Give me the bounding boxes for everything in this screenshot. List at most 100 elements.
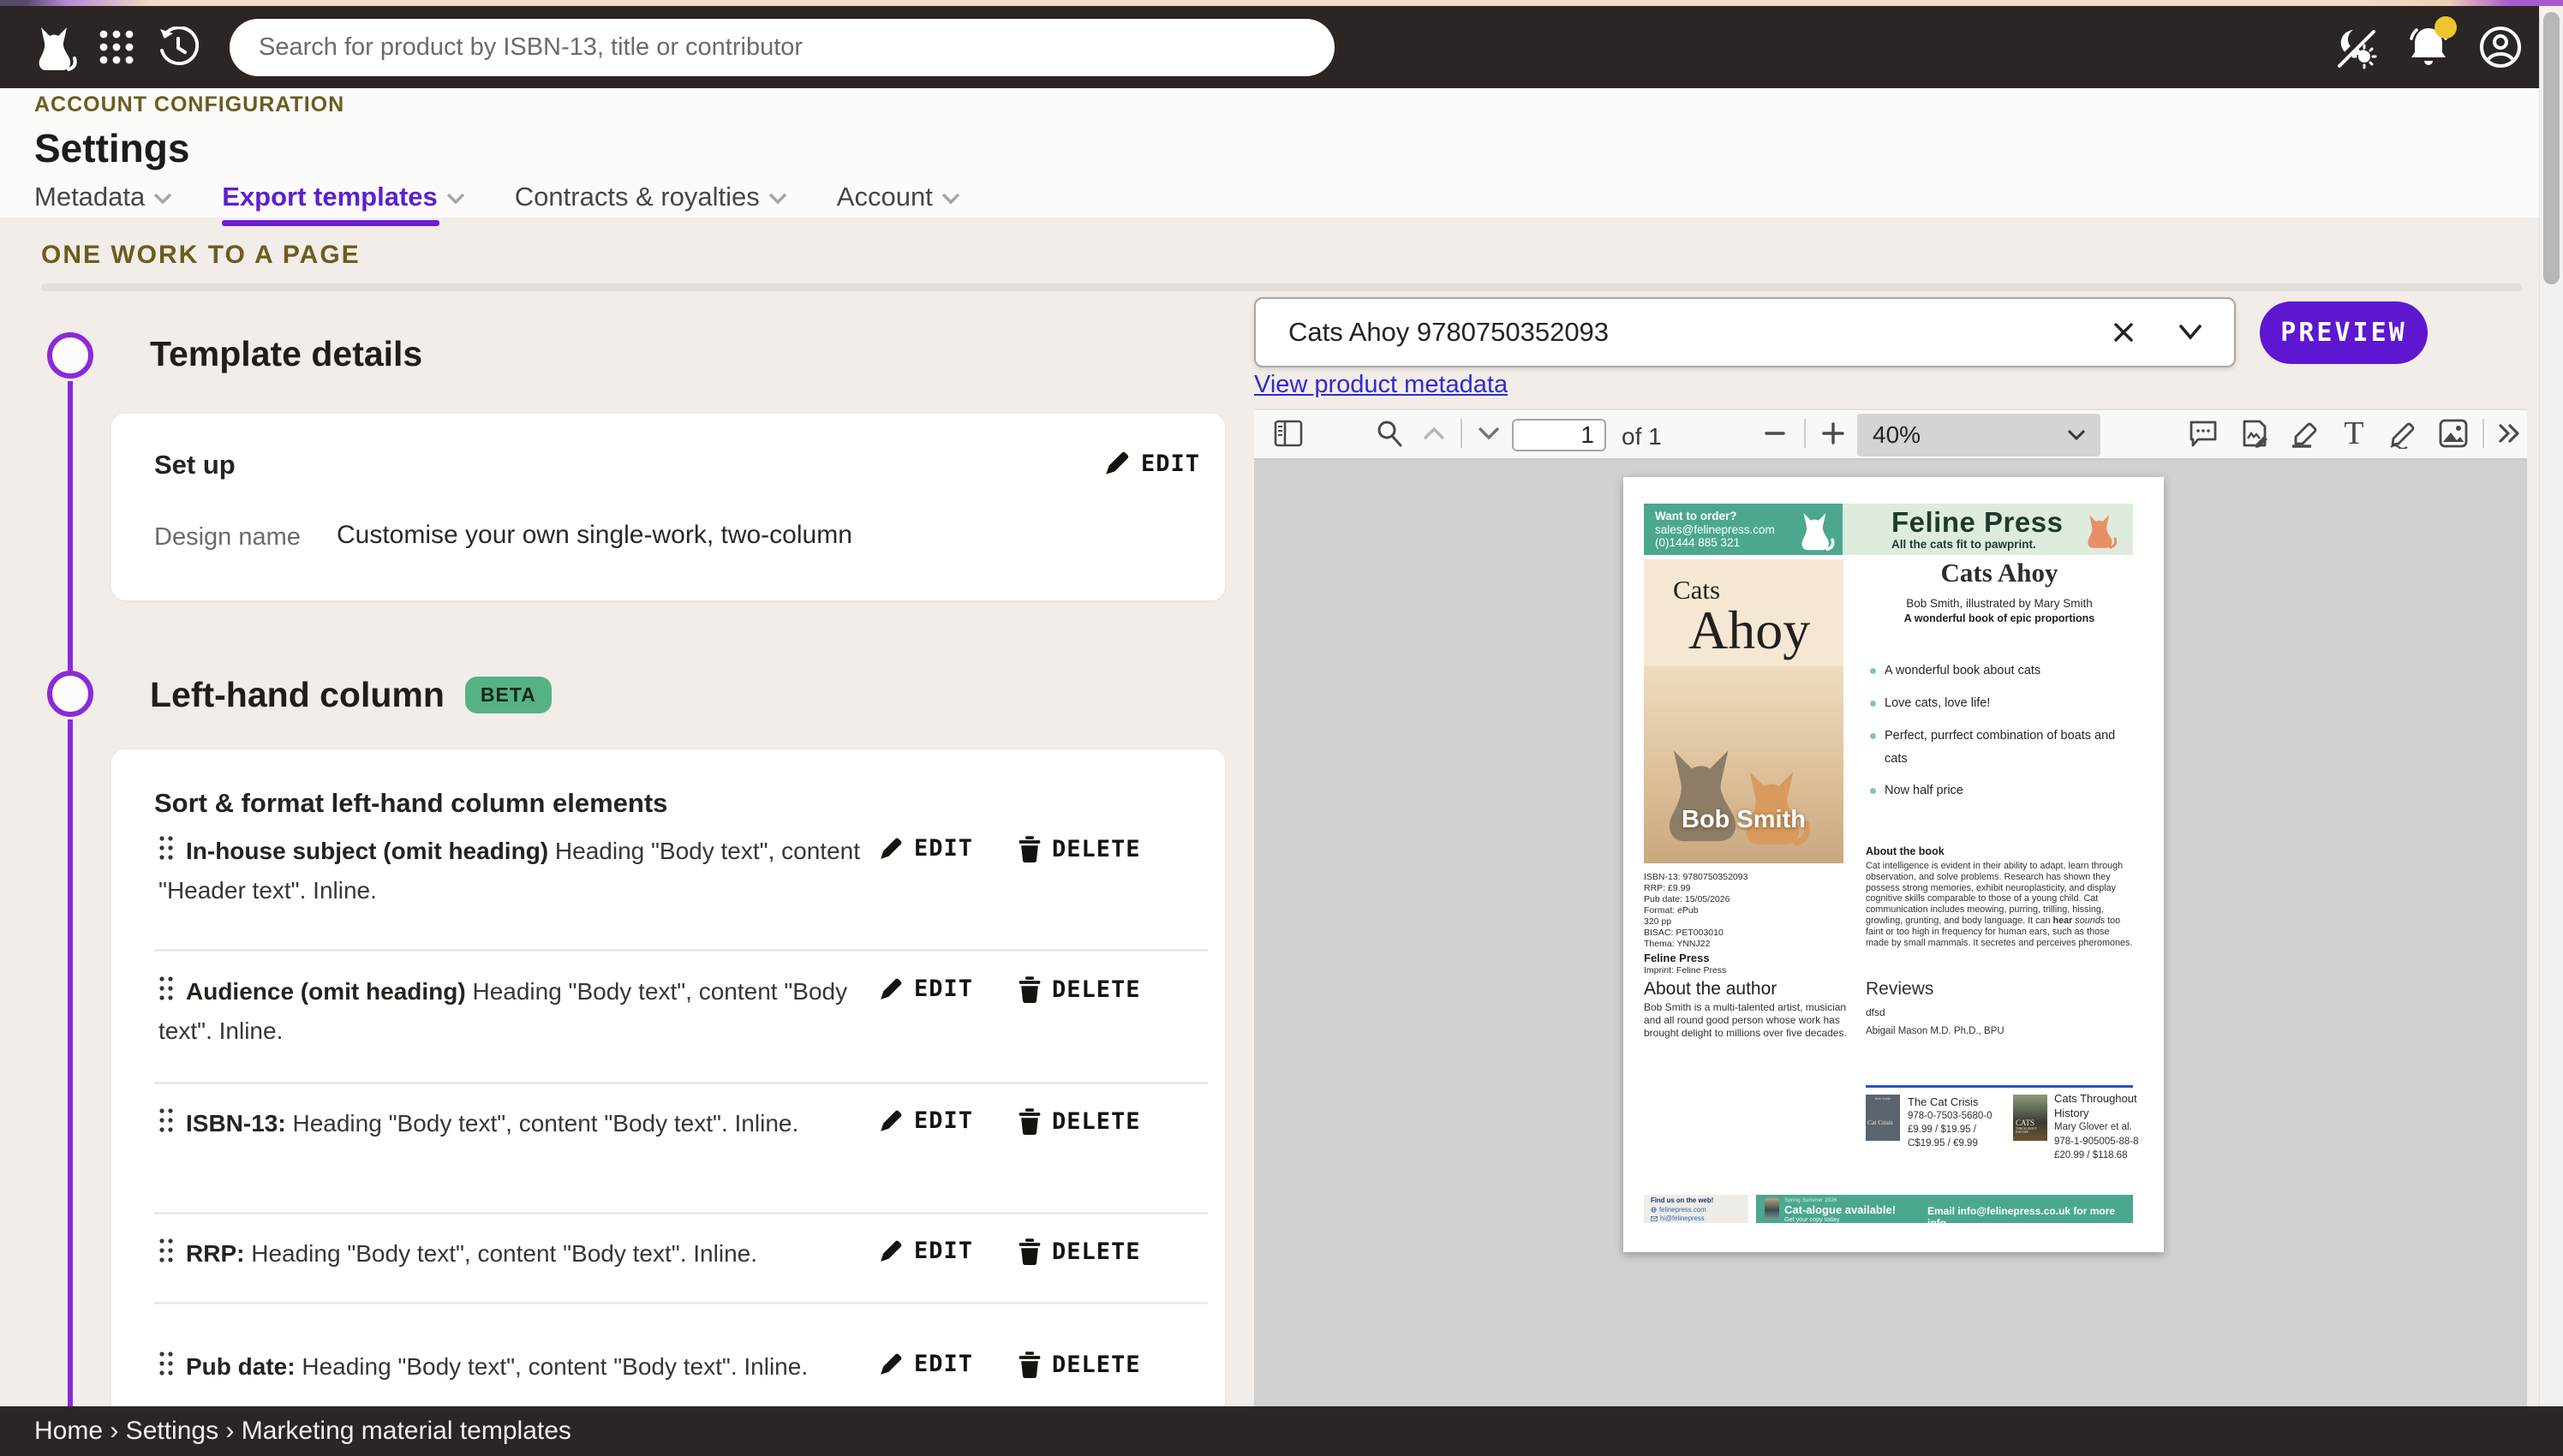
- preview-button[interactable]: PREVIEW: [2260, 301, 2428, 364]
- trash-icon: [1018, 1351, 1042, 1378]
- delete-button[interactable]: DELETE: [1018, 1238, 1141, 1265]
- about-author-text: Bob Smith is a multi-talented artist, mu…: [1644, 1001, 1848, 1039]
- list-item: Pub date: Heading "Body text", content "…: [158, 1347, 869, 1387]
- row-divider: [154, 1082, 1208, 1084]
- drag-handle-icon[interactable]: [158, 1107, 174, 1133]
- page-count-label: of 1: [1622, 423, 1662, 451]
- highlighter-icon[interactable]: [2284, 409, 2325, 458]
- trash-icon: [1018, 835, 1042, 862]
- bottom-status-bar: Home › Settings › Marketing material tem…: [0, 1406, 2563, 1456]
- drag-handle-icon[interactable]: [158, 976, 174, 1001]
- delete-button[interactable]: DELETE: [1018, 1351, 1141, 1378]
- meta-rrp: RRP: £9.99: [1644, 883, 1690, 893]
- zoom-out-icon[interactable]: [1754, 409, 1795, 458]
- pencil-icon: [878, 1108, 904, 1134]
- history-icon[interactable]: [154, 6, 202, 88]
- related-prices: £20.99 / $118.68: [2054, 1150, 2127, 1161]
- setup-edit-button[interactable]: EDIT: [1103, 450, 1200, 477]
- edit-button[interactable]: EDIT: [878, 1238, 973, 1264]
- drag-handle-icon[interactable]: [158, 1351, 174, 1376]
- selling-point: Now half price: [1885, 779, 2135, 803]
- meta-imprint: Imprint: Feline Press: [1644, 965, 1726, 976]
- previous-page-icon[interactable]: [1415, 409, 1453, 458]
- drag-handle-icon[interactable]: [158, 1238, 174, 1263]
- meta-format: Format: ePub: [1644, 905, 1699, 916]
- about-book-text: Cat intelligence is evident in their abi…: [1866, 861, 2135, 948]
- meta-isbn: ISBN-13: 9780750352093: [1644, 872, 1748, 882]
- related-cover: Bob Smith Cat Crisis: [1866, 1095, 1900, 1141]
- design-name-label: Design name: [154, 523, 301, 552]
- left-hand-column-heading: Left-hand column: [150, 675, 445, 715]
- drag-handle-icon[interactable]: [158, 835, 174, 861]
- toolbar-separator: [1461, 419, 1462, 448]
- tab-export-templates[interactable]: Export templates: [222, 182, 465, 218]
- related-isbn: 978-1-905005-88-8: [2054, 1137, 2138, 1147]
- template-details-card: Set up EDIT Design name Customise your o…: [111, 414, 1225, 600]
- cover-title-line2: Ahoy: [1688, 599, 1810, 662]
- edit-button[interactable]: EDIT: [878, 976, 973, 1002]
- account-icon[interactable]: [2474, 6, 2527, 88]
- about-author-heading: About the author: [1644, 979, 1777, 1000]
- tab-contracts-royalties[interactable]: Contracts & royalties: [515, 182, 787, 218]
- chevron-down-icon[interactable]: [2178, 324, 2203, 341]
- scrollbar-thumb[interactable]: [2543, 12, 2560, 284]
- selling-point: Love cats, love life!: [1885, 692, 2135, 715]
- pencil-icon: [878, 1238, 904, 1264]
- edit-button[interactable]: EDIT: [878, 835, 973, 862]
- chevron-down-icon: [768, 193, 787, 205]
- draw-pencil-icon[interactable]: [2381, 409, 2423, 458]
- cat-icon: [1796, 509, 1837, 552]
- pencil-icon: [878, 836, 904, 862]
- page-number-input[interactable]: [1512, 419, 1606, 451]
- more-tools-icon[interactable]: [2491, 409, 2529, 458]
- next-page-icon[interactable]: [1470, 409, 1508, 458]
- bullet-icon: [1870, 788, 1876, 794]
- meta-bisac: BISAC: PET003010: [1644, 928, 1724, 938]
- view-product-metadata-link[interactable]: View product metadata: [1254, 371, 1508, 399]
- edit-button[interactable]: EDIT: [878, 1351, 973, 1377]
- list-item: RRP: Heading "Body text", content "Body …: [158, 1234, 869, 1274]
- pdf-page: Want to order? sales@felinepress.com (0)…: [1623, 477, 2164, 1252]
- meta-publisher: Feline Press: [1644, 952, 1710, 964]
- tab-metadata[interactable]: Metadata: [34, 182, 172, 218]
- zoom-level-value: 40%: [1873, 421, 2066, 449]
- chevron-down-icon: [446, 193, 465, 205]
- product-selector[interactable]: Cats Ahoy 9780750352093: [1254, 297, 2236, 367]
- meta-pages: 320 pp: [1644, 916, 1671, 927]
- related-prices: C$19.95 / €9.99: [1908, 1138, 1978, 1149]
- delete-button[interactable]: DELETE: [1018, 835, 1141, 862]
- comment-annotation-icon[interactable]: [2183, 409, 2224, 458]
- search-input[interactable]: [259, 33, 1287, 62]
- search-icon[interactable]: [1367, 409, 1412, 458]
- catalogue-season: Spring Summer 2026: [1784, 1197, 1837, 1203]
- apps-grid-icon[interactable]: [93, 6, 140, 88]
- tab-account[interactable]: Account: [837, 182, 960, 218]
- edit-button[interactable]: EDIT: [878, 1107, 973, 1134]
- catalogue-thumb: [1765, 1198, 1779, 1220]
- order-banner: Want to order? sales@felinepress.com (0)…: [1644, 504, 1843, 555]
- free-text-icon[interactable]: T: [2335, 409, 2373, 458]
- meta-pubdate: Pub date: 15/05/2026: [1644, 894, 1730, 904]
- cat-logo[interactable]: [29, 6, 84, 88]
- about-book-heading: About the book: [1866, 845, 1945, 857]
- trash-icon: [1018, 976, 1042, 1003]
- zoom-level-select[interactable]: 40%: [1857, 414, 2100, 456]
- notifications-bell-icon[interactable]: [2402, 6, 2455, 88]
- publisher-banner: Feline Press All the cats fit to pawprin…: [1843, 504, 2133, 555]
- delete-button[interactable]: DELETE: [1018, 976, 1141, 1003]
- related-cover: CATS THROUGHOUT HISTORY: [2013, 1095, 2047, 1141]
- pdf-viewer[interactable]: Want to order? sales@felinepress.com (0)…: [1254, 460, 2527, 1456]
- theme-toggle-icon[interactable]: [2328, 6, 2381, 88]
- image-annotation-icon[interactable]: [2433, 409, 2474, 458]
- timeline-step-2: [47, 671, 93, 717]
- zoom-in-icon[interactable]: [1813, 409, 1854, 458]
- product-search[interactable]: [230, 19, 1335, 76]
- sidebar-toggle-icon[interactable]: [1266, 409, 1311, 458]
- web-site-line: felinepress.com: [1651, 1206, 1748, 1214]
- publisher-tagline: All the cats fit to pawprint.: [1891, 538, 2036, 551]
- trash-icon: [1018, 1107, 1042, 1135]
- page-title: Settings: [34, 125, 189, 171]
- clear-icon[interactable]: [2111, 319, 2136, 345]
- delete-button[interactable]: DELETE: [1018, 1107, 1141, 1135]
- stamp-annotation-icon[interactable]: [2234, 409, 2275, 458]
